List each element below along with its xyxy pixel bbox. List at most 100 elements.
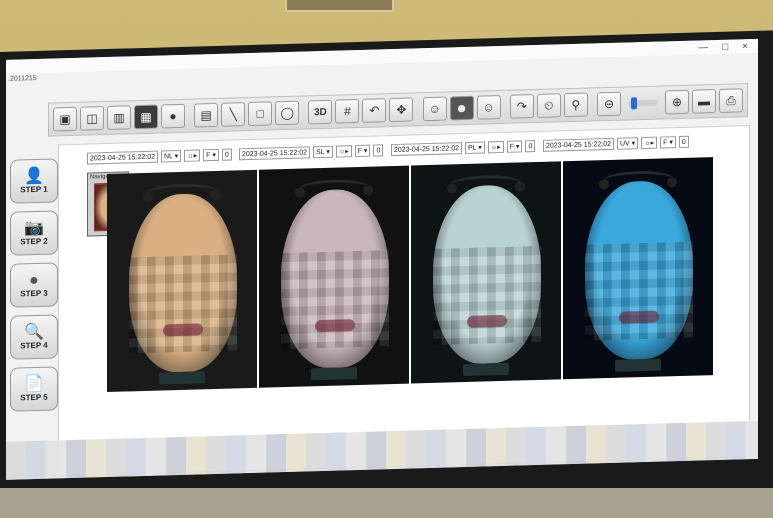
mouth-region bbox=[467, 314, 507, 328]
zoom-in-icon[interactable]: ⊕ bbox=[664, 89, 689, 115]
rect-tool-icon-glyph: □ bbox=[256, 106, 264, 121]
light-mode-select[interactable]: NL ▾ bbox=[161, 149, 182, 163]
step-label: STEP 5 bbox=[20, 392, 48, 402]
mouth-region bbox=[163, 323, 203, 337]
step-label: STEP 2 bbox=[20, 236, 48, 246]
app-version-label: .2011215 bbox=[8, 74, 37, 83]
timestamp-field[interactable]: 2023-04-25 15:22:02 bbox=[87, 150, 158, 165]
chin-rest-icon bbox=[311, 367, 357, 381]
value-field[interactable]: 0 bbox=[678, 135, 689, 149]
timestamp-field[interactable]: 2023-04-25 15:22:02 bbox=[543, 137, 614, 152]
split-2-icon-glyph: ◫ bbox=[86, 111, 98, 126]
3d-view-button-glyph: 3D bbox=[314, 106, 327, 118]
person-icon[interactable]: ● bbox=[161, 103, 185, 129]
filter-select[interactable]: F ▾ bbox=[203, 148, 219, 162]
value-field[interactable]: 0 bbox=[525, 140, 536, 153]
print-icon[interactable]: ⎙ bbox=[718, 88, 743, 113]
split-3-icon-glyph: ▥ bbox=[113, 110, 125, 125]
text-tool-icon-glyph: ▤ bbox=[200, 108, 212, 123]
rect-tool-icon[interactable]: □ bbox=[248, 101, 273, 127]
brightness-toggle[interactable]: ☼▸ bbox=[641, 136, 658, 150]
text-tool-icon[interactable]: ▤ bbox=[194, 102, 219, 128]
line-tool-icon-glyph: ╲ bbox=[229, 107, 237, 122]
privacy-mosaic bbox=[281, 250, 389, 350]
analysis-icon: 🔍 bbox=[24, 323, 44, 341]
panel-1-controls: 2023-04-25 15:22:02 NL ▾ ☼▸ F ▾ 0 bbox=[87, 148, 232, 165]
privacy-mosaic bbox=[433, 245, 541, 345]
timer-icon[interactable]: ⏲ bbox=[536, 93, 561, 119]
3d-view-button[interactable]: 3D bbox=[308, 99, 333, 125]
ellipse-tool-icon-glyph: ◯ bbox=[280, 105, 294, 121]
line-tool-icon[interactable]: ╲ bbox=[221, 102, 246, 127]
move-icon[interactable]: ✥ bbox=[389, 97, 414, 123]
timer-icon-glyph: ⏲ bbox=[544, 98, 554, 113]
value-field[interactable]: 0 bbox=[373, 144, 384, 157]
person-search-icon-glyph: ⚲ bbox=[571, 97, 581, 113]
filter-select[interactable]: F ▾ bbox=[506, 140, 523, 153]
split-4-icon-glyph: ▦ bbox=[140, 109, 152, 125]
value-field[interactable]: 0 bbox=[221, 148, 232, 161]
report-icon: 📄 bbox=[24, 375, 44, 393]
monitor: — □ × .2011215 ▣ ◫ ▥ ▦ ● ▤ ╲ □ ◯ 3D # ↶ ✥ ☺ ☻ ☺ ↷ ⏲ ⚲ ⊖ ⊕ ▬ ⎙ … bbox=[0, 30, 773, 518]
panel-2-controls: 2023-04-25 15:22:02 SL ▾ ☼▸ F ▾ 0 bbox=[239, 144, 384, 161]
step-label: STEP 3 bbox=[20, 288, 48, 298]
head-rest-icon bbox=[299, 178, 369, 198]
brightness-toggle[interactable]: ☼▸ bbox=[335, 145, 352, 158]
step-2-button[interactable]: 📷 STEP 2 bbox=[10, 210, 58, 256]
step-label: STEP 4 bbox=[20, 340, 48, 350]
light-mode-select[interactable]: SL ▾ bbox=[313, 145, 333, 159]
person-icon-glyph: ● bbox=[169, 109, 177, 124]
split-3-icon[interactable]: ▥ bbox=[107, 105, 131, 131]
privacy-mosaic bbox=[585, 241, 693, 341]
redo-icon-glyph: ↷ bbox=[516, 99, 527, 114]
mouth-region bbox=[619, 310, 659, 324]
image-view-icon-glyph: ▣ bbox=[59, 112, 71, 127]
ellipse-tool-icon[interactable]: ◯ bbox=[275, 100, 300, 126]
minimize-button[interactable]: — bbox=[698, 42, 708, 53]
face-image-panel-sl[interactable] bbox=[259, 165, 409, 388]
light-mode-select[interactable]: UV ▾ bbox=[617, 137, 639, 150]
desk-surface bbox=[0, 488, 773, 518]
face-front-icon[interactable]: ☺ bbox=[422, 96, 447, 122]
person-search-icon[interactable]: ⚲ bbox=[563, 92, 588, 118]
timestamp-field[interactable]: 2023-04-25 15:22:02 bbox=[391, 142, 462, 157]
light-mode-select[interactable]: PL ▾ bbox=[465, 141, 485, 155]
brightness-toggle[interactable]: ☼▸ bbox=[184, 149, 201, 162]
face-dark-icon[interactable]: ☻ bbox=[449, 95, 474, 121]
camera-icon: 📷 bbox=[24, 219, 44, 237]
step-sidebar: 👤 STEP 1 📷 STEP 2 ● STEP 3 🔍 STEP 4 📄 STEP 5 bbox=[6, 158, 58, 419]
split-2-icon[interactable]: ◫ bbox=[80, 106, 104, 131]
wall-picture-frame bbox=[285, 0, 394, 12]
zoom-in-icon-glyph: ⊕ bbox=[671, 94, 682, 110]
face-side-icon-glyph: ☺ bbox=[482, 100, 495, 115]
grid-icon-glyph: # bbox=[344, 104, 351, 119]
face-image-panel-uv[interactable] bbox=[563, 157, 713, 380]
save-icon[interactable]: ▬ bbox=[691, 89, 716, 114]
image-view-icon[interactable]: ▣ bbox=[53, 106, 77, 132]
mouth-region bbox=[315, 319, 355, 333]
timestamp-field[interactable]: 2023-04-25 15:22:02 bbox=[239, 146, 310, 161]
step-4-button[interactable]: 🔍 STEP 4 bbox=[10, 314, 58, 360]
title-bar: — □ × bbox=[6, 38, 758, 74]
zoom-slider[interactable] bbox=[628, 97, 658, 110]
zoom-out-icon[interactable]: ⊖ bbox=[597, 91, 622, 117]
face-side-icon[interactable]: ☺ bbox=[476, 95, 501, 120]
grid-icon[interactable]: # bbox=[335, 98, 360, 124]
step-3-button[interactable]: ● STEP 3 bbox=[10, 262, 58, 308]
redo-icon[interactable]: ↷ bbox=[509, 94, 534, 119]
brightness-toggle[interactable]: ☼▸ bbox=[487, 140, 504, 154]
face-image-panel-nl[interactable] bbox=[107, 169, 257, 393]
split-4-icon[interactable]: ▦ bbox=[134, 104, 158, 130]
close-button[interactable]: × bbox=[742, 41, 748, 52]
zoom-slider-thumb[interactable] bbox=[630, 97, 637, 110]
maximize-button[interactable]: □ bbox=[722, 41, 728, 52]
step-label: STEP 1 bbox=[20, 184, 48, 194]
head-rest-icon bbox=[451, 174, 521, 194]
step-5-button[interactable]: 📄 STEP 5 bbox=[10, 366, 58, 412]
face-image-panel-pl[interactable] bbox=[411, 161, 561, 384]
undo-icon[interactable]: ↶ bbox=[362, 98, 387, 123]
step-1-button[interactable]: 👤 STEP 1 bbox=[10, 158, 58, 204]
filter-select[interactable]: F ▾ bbox=[660, 136, 676, 149]
filter-select[interactable]: F ▾ bbox=[354, 144, 371, 158]
panel-3-controls: 2023-04-25 15:22:02 PL ▾ ☼▸ F ▾ 0 bbox=[391, 140, 536, 157]
